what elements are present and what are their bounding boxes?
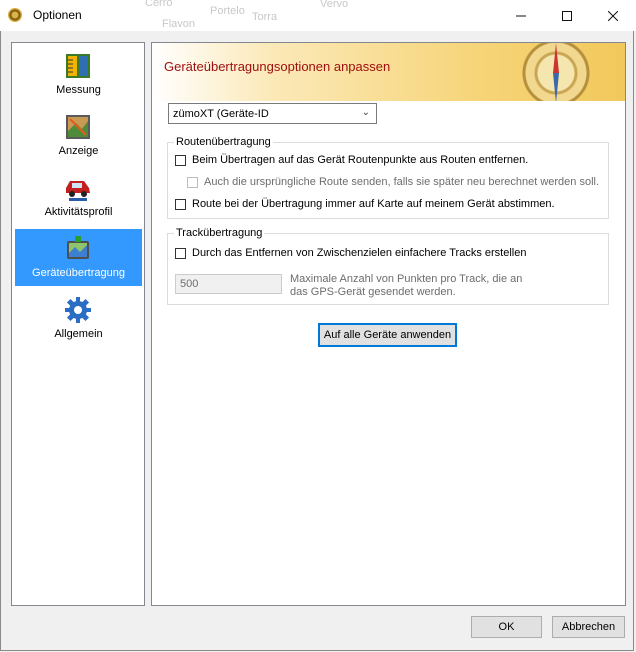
maximize-icon — [562, 10, 572, 21]
minimize-button[interactable] — [498, 0, 544, 31]
map-display-icon — [64, 113, 92, 141]
remove-routepoints-checkbox[interactable] — [175, 155, 186, 166]
app-icon — [8, 8, 22, 22]
sidebar-item-label: Allgemein — [54, 328, 103, 340]
map-label: Portelo — [210, 5, 245, 17]
maximize-button[interactable] — [544, 0, 590, 31]
device-select[interactable]: zümoXT (Geräte-ID ⌄ — [168, 103, 377, 124]
max-points-value: 500 — [180, 278, 199, 290]
max-points-label: Maximale Anzahl von Punkten pro Track, d… — [290, 273, 523, 285]
sidebar-item-label: Aktivitätsprofil — [44, 206, 113, 218]
sidebar-item-geraeteuebertragung[interactable]: Geräteübertragung — [15, 229, 142, 286]
simplify-tracks-label: Durch das Entfernen von Zwischenzielen e… — [192, 247, 527, 259]
track-transfer-legend: Trackübertragung — [174, 227, 265, 239]
route-transfer-legend: Routenübertragung — [174, 136, 273, 148]
panel-header: Geräteübertragungsoptionen anpassen — [152, 43, 625, 101]
window-title: Optionen — [33, 8, 82, 22]
sidebar-item-label: Messung — [56, 84, 101, 96]
ruler-icon — [64, 52, 92, 80]
match-route-map-checkbox[interactable] — [175, 199, 186, 210]
send-original-route-label: Auch die ursprüngliche Route senden, fal… — [204, 176, 600, 188]
ok-button[interactable]: OK — [471, 616, 542, 638]
cancel-button[interactable]: Abbrechen — [552, 616, 625, 638]
map-label: Torra — [252, 11, 278, 23]
device-select-value: zümoXT (Geräte-ID — [173, 108, 269, 120]
sidebar-item-allgemein[interactable]: Allgemein — [15, 290, 142, 347]
apply-all-devices-button[interactable]: Auf alle Geräte anwenden — [318, 323, 457, 347]
sidebar-item-anzeige[interactable]: Anzeige — [15, 107, 142, 164]
car-icon — [64, 174, 92, 202]
close-button[interactable] — [590, 0, 636, 31]
map-label: Vervo — [320, 0, 349, 10]
max-points-input[interactable]: 500 — [175, 274, 282, 294]
sidebar-item-label: Anzeige — [58, 145, 99, 157]
minimize-icon — [516, 15, 526, 16]
compass-icon — [520, 43, 592, 101]
chevron-down-icon: ⌄ — [361, 107, 370, 118]
sidebar-item-label: Geräteübertragung — [32, 267, 125, 279]
map-label: Cerro — [145, 0, 173, 9]
sidebar-item-messung[interactable]: Messung — [15, 46, 142, 103]
send-original-route-checkbox[interactable] — [187, 177, 198, 188]
map-label: Flavon — [162, 18, 196, 30]
options-sidebar: Messung Anzeige Aktivitätsprofil Geräteü… — [11, 42, 145, 606]
simplify-tracks-checkbox[interactable] — [175, 248, 186, 259]
sidebar-item-aktivitaetsprofil[interactable]: Aktivitätsprofil — [15, 168, 142, 225]
redacted-area — [284, 107, 342, 120]
title-bar: Cerro Portelo Torra Flavon Vervo Optione… — [0, 0, 636, 31]
match-route-map-label: Route bei der Übertragung immer auf Kart… — [192, 198, 555, 210]
close-icon — [608, 10, 618, 21]
remove-routepoints-label: Beim Übertragen auf das Gerät Routenpunk… — [192, 154, 529, 166]
page-title: Geräteübertragungsoptionen anpassen — [164, 59, 391, 74]
device-transfer-icon — [64, 235, 92, 263]
gear-icon — [64, 296, 92, 324]
max-points-label-2: das GPS-Gerät gesendet werden. — [290, 286, 456, 298]
